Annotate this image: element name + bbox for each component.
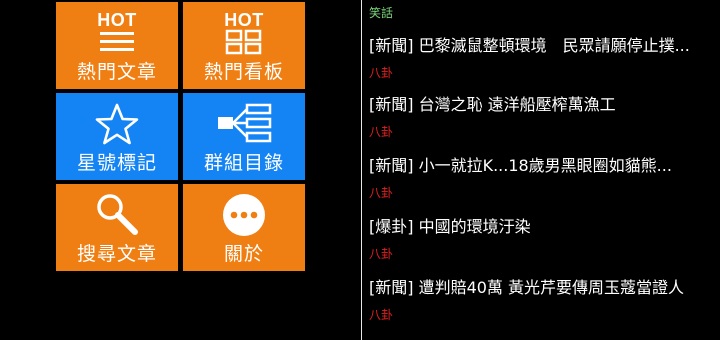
post-board: 八卦 bbox=[369, 125, 394, 139]
tile-label: 關於 bbox=[223, 243, 264, 265]
tile-label: 熱門文章 bbox=[76, 61, 157, 83]
search-articles-tile[interactable]: 搜尋文章 bbox=[56, 184, 178, 271]
tile-label: 星號標記 bbox=[76, 152, 157, 174]
hot-badge: HOT bbox=[97, 10, 137, 30]
hot-badge: HOT bbox=[224, 10, 264, 30]
post-title: [新聞] 巴黎滅鼠整頓環境 民眾請願停止撲... bbox=[369, 36, 690, 55]
list-item[interactable]: [新聞] 台灣之恥 遠洋船壓榨萬漁工 八卦 bbox=[369, 95, 720, 139]
tile-label: 群組目錄 bbox=[203, 152, 284, 174]
panel-divider bbox=[361, 0, 362, 340]
tile-label: 熱門看板 bbox=[203, 61, 284, 83]
list-item[interactable]: [新聞] 遭判賠40萬 黃光芹要傳周玉蔻當證人 八卦 bbox=[369, 278, 720, 322]
about-tile[interactable]: 關於 bbox=[183, 184, 305, 271]
star-icon bbox=[94, 96, 140, 152]
hot-articles-icon: HOT bbox=[97, 5, 137, 61]
group-tree-icon bbox=[216, 96, 272, 152]
post-board: 八卦 bbox=[369, 66, 394, 80]
post-title: [新聞] 台灣之恥 遠洋船壓榨萬漁工 bbox=[369, 95, 616, 114]
post-board: 八卦 bbox=[369, 186, 394, 200]
group-directory-tile[interactable]: 群組目錄 bbox=[183, 93, 305, 180]
board-label-top: 笑話 bbox=[369, 6, 394, 20]
hot-boards-tile[interactable]: HOT 熱門看板 bbox=[183, 2, 305, 89]
post-title: [新聞] 小一就拉K...18歲男黑眼圈如貓熊... bbox=[369, 156, 672, 175]
starred-tile[interactable]: 星號標記 bbox=[56, 93, 178, 180]
more-dots-icon bbox=[221, 187, 267, 243]
search-icon bbox=[94, 187, 140, 243]
hot-articles-tile[interactable]: HOT 熱門文章 bbox=[56, 2, 178, 89]
list-item[interactable]: [新聞] 小一就拉K...18歲男黑眼圈如貓熊... 八卦 bbox=[369, 156, 720, 200]
post-title: [爆卦] 中國的環境汙染 bbox=[369, 217, 531, 236]
post-board: 八卦 bbox=[369, 247, 394, 261]
list-item[interactable]: [新聞] 巴黎滅鼠整頓環境 民眾請願停止撲... 八卦 bbox=[369, 36, 720, 80]
tile-label: 搜尋文章 bbox=[76, 243, 157, 265]
hot-boards-icon: HOT bbox=[224, 5, 264, 61]
list-item[interactable]: [爆卦] 中國的環境汙染 八卦 bbox=[369, 217, 720, 261]
post-title: [新聞] 遭判賠40萬 黃光芹要傳周玉蔻當證人 bbox=[369, 278, 685, 297]
post-board: 八卦 bbox=[369, 308, 394, 322]
